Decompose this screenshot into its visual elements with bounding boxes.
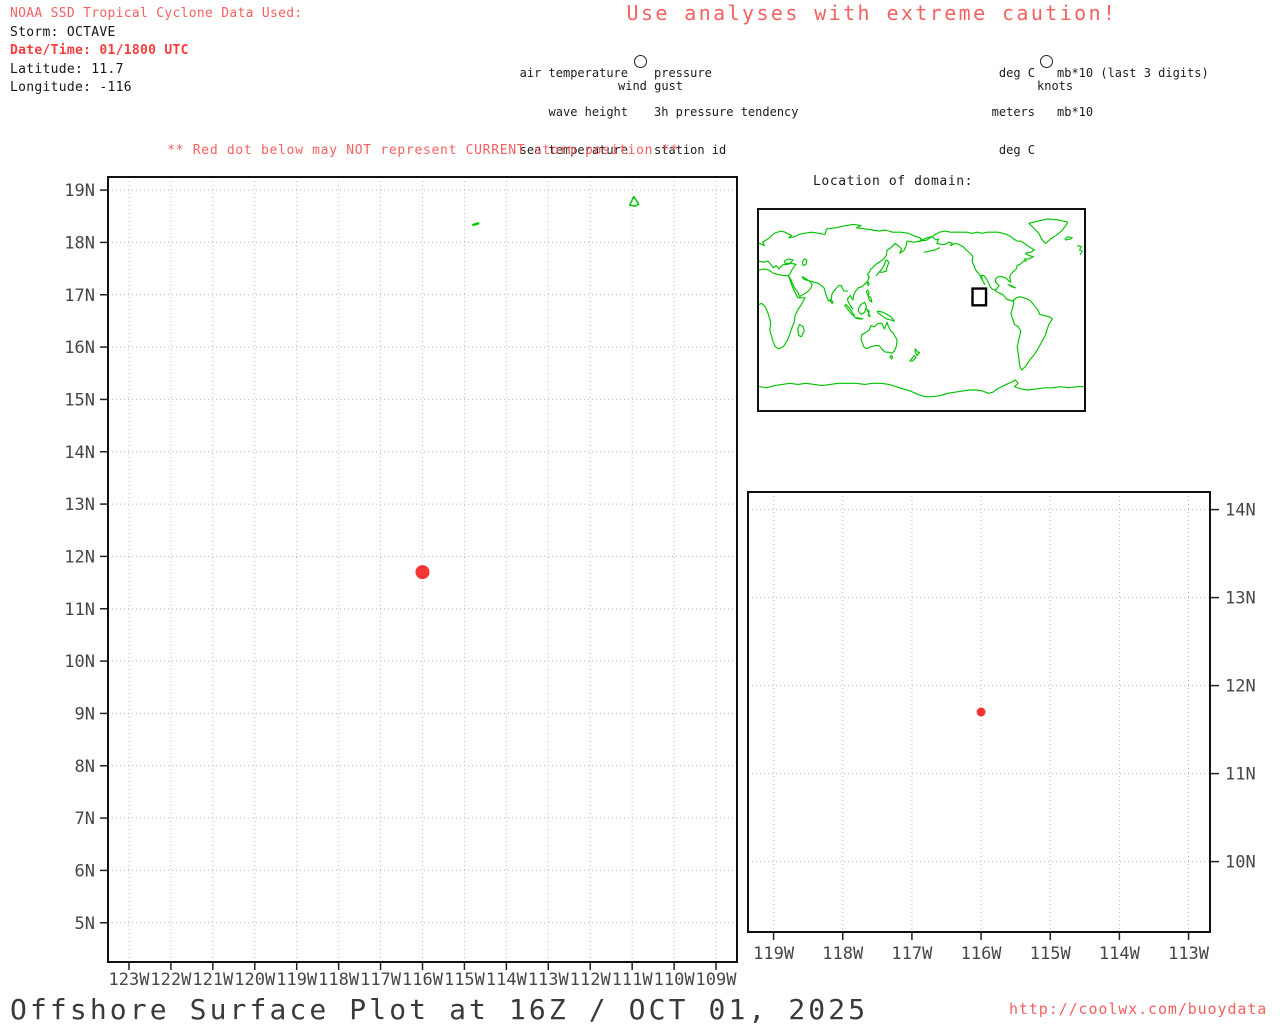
y-tick-label: 10N — [64, 652, 95, 672]
coastline-taiwan — [867, 282, 869, 285]
coastline-sri-lanka — [830, 300, 833, 303]
clarion-island — [471, 221, 480, 227]
y-tick-label: 12N — [1225, 677, 1256, 697]
x-tick-label: 118W — [318, 970, 360, 990]
coastline-tasmania — [890, 356, 893, 359]
x-tick-label: 119W — [753, 944, 795, 964]
coastline-eurasia-arctic — [759, 224, 931, 245]
coastline-java — [855, 318, 863, 319]
legend-right-column: mb*10 (last 3 digits) mb*10 — [1057, 65, 1209, 119]
coastline-cuba — [1008, 284, 1015, 287]
zoomed-surface-plot: 119W 118W 117W 116W 115W 114W 113W 14N 13N 12N 11N… — [747, 491, 1256, 964]
station-circle-icon — [1040, 55, 1053, 68]
x-tick-label: 111W — [612, 970, 654, 990]
legend-left-column: deg C meters deg C — [991, 65, 1035, 158]
coastline-sulawesi — [866, 309, 870, 317]
x-tick-label: 121W — [192, 970, 234, 990]
y-tick-label: 17N — [64, 286, 95, 306]
coastline-madagascar — [798, 324, 804, 336]
legend-wind-gust: wind gust — [618, 79, 684, 93]
x-tick-label: 118W — [822, 944, 864, 964]
x-tick-label: 122W — [150, 970, 192, 990]
storm-position-dot — [976, 707, 986, 717]
coastline-borneo — [858, 302, 866, 314]
coastline-black-sea — [784, 259, 793, 263]
plot-main-title: Offshore Surface Plot at 16Z / OCT 01, 2… — [10, 993, 869, 1024]
y-tick-label: 14N — [1225, 501, 1256, 521]
y-tick-label: 14N — [64, 443, 95, 463]
storm-datetime: Date/Time: 01/1800 UTC — [10, 43, 189, 59]
x-tick-label: 117W — [360, 970, 402, 990]
coastline-south-america — [1011, 297, 1053, 370]
x-tick-label: 113W — [1168, 944, 1210, 964]
y-tick-label: 18N — [64, 233, 95, 253]
coastline-caspian-sea — [802, 259, 807, 266]
x-tick-label: 109W — [696, 970, 738, 990]
storm-latitude: Latitude: 11.7 — [10, 61, 124, 77]
y-tick-label: 6N — [75, 861, 95, 881]
world-map-box — [757, 208, 1086, 412]
world-map — [759, 210, 1084, 410]
station-plot-legend: air temperature wave height sea temperat… — [488, 41, 818, 157]
coastline-philippines — [866, 290, 871, 302]
station-circle-icon — [634, 55, 647, 68]
storm-position-dot — [415, 565, 430, 580]
y-tick-label: 16N — [64, 338, 95, 358]
legend-right-column: pressure 3h pressure tendency station id — [654, 65, 799, 158]
info-header: NOAA SSD Tropical Cyclone Data Used: — [10, 6, 303, 21]
y-tick-label: 7N — [75, 809, 95, 829]
buoy-plot-page: NOAA SSD Tropical Cyclone Data Used: Sto… — [0, 0, 1280, 1024]
socorro-island — [629, 195, 640, 207]
y-tick-label: 15N — [64, 390, 95, 410]
coastline-britain — [1078, 246, 1083, 255]
legend-left-column: air temperature wave height sea temperat… — [519, 65, 628, 158]
domain-map-title: Location of domain: — [813, 174, 974, 189]
coastline-antarctica — [759, 380, 1084, 397]
coastline-aleutians — [924, 248, 939, 252]
y-tick-label: 13N — [64, 495, 95, 515]
coastline-africa — [759, 269, 805, 349]
y-tick-label: 11N — [1225, 765, 1256, 785]
coastline-iceland — [1065, 237, 1072, 240]
y-tick-label: 10N — [1225, 853, 1256, 873]
domain-location-box — [973, 289, 987, 306]
x-tick-label: 123W — [108, 970, 150, 990]
x-tick-label: 112W — [570, 970, 612, 990]
storm-name: Storm: OCTAVE — [10, 24, 116, 40]
coastline-new-zealand-south — [910, 356, 916, 362]
storm-info-block: NOAA SSD Tropical Cyclone Data Used: Sto… — [10, 5, 303, 98]
x-tick-label: 115W — [444, 970, 486, 990]
x-tick-label: 115W — [1030, 944, 1072, 964]
coastline-greenland — [1029, 219, 1068, 243]
y-tick-label: 12N — [64, 547, 95, 567]
legend-knots: knots — [1037, 79, 1074, 93]
source-url: http://coolwx.com/buoydata — [1009, 1000, 1268, 1018]
y-tick-label: 9N — [75, 704, 95, 724]
coastline-new-guinea — [877, 311, 894, 321]
x-tick-label: 114W — [1099, 944, 1141, 964]
y-tick-label: 5N — [75, 914, 95, 934]
x-tick-label: 116W — [961, 944, 1003, 964]
x-tick-label: 114W — [486, 970, 528, 990]
x-tick-label: 119W — [276, 970, 318, 990]
x-tick-label: 116W — [402, 970, 444, 990]
y-tick-label: 11N — [64, 600, 95, 620]
coastline-australia — [861, 322, 897, 353]
x-tick-label: 120W — [234, 970, 276, 990]
x-tick-label: 113W — [528, 970, 570, 990]
coastline-east-asia-coast — [847, 237, 931, 309]
storm-longitude: Longitude: -116 — [10, 80, 132, 96]
y-tick-label: 13N — [1225, 589, 1256, 609]
y-tick-label: 19N — [64, 181, 95, 201]
x-tick-label: 117W — [891, 944, 933, 964]
units-legend: deg C meters deg C mb*10 (last 3 digits)… — [900, 41, 1280, 157]
main-surface-plot: 123W 122W 121W 120W 119W 118W 117W 116W 115W 114W… — [64, 176, 738, 990]
coastline-new-zealand-north — [915, 349, 920, 356]
storm-position-warning: ** Red dot below may NOT represent CURRE… — [167, 143, 679, 158]
caution-title: Use analyses with extreme caution! — [626, 1, 1118, 25]
x-tick-label: 110W — [654, 970, 696, 990]
coastline-sumatra — [845, 304, 855, 316]
y-tick-label: 8N — [75, 757, 95, 777]
